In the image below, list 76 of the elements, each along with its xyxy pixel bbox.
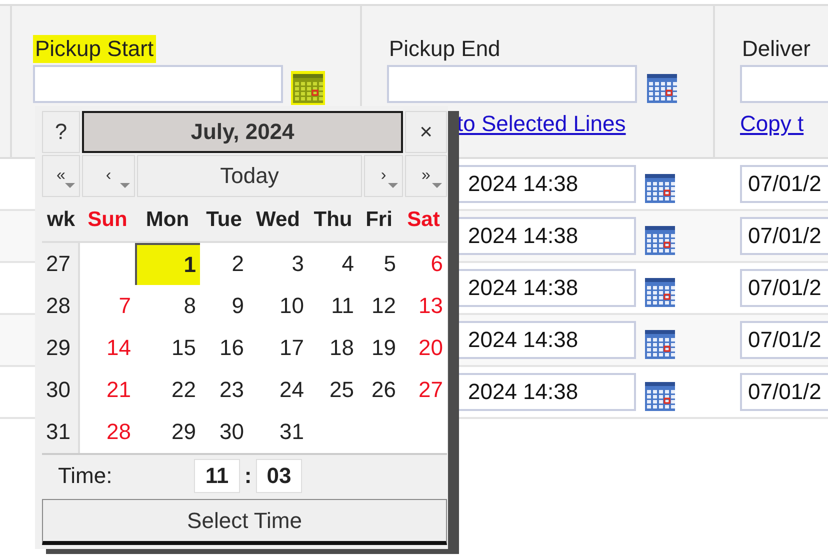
calendar-icon[interactable] (643, 379, 677, 413)
date-field[interactable]: 07/01/2 (740, 321, 828, 359)
calendar-day[interactable]: 28 (80, 411, 135, 453)
close-button[interactable]: × (405, 111, 447, 153)
month-title[interactable]: July, 2024 (82, 111, 403, 153)
time-separator: : (243, 463, 253, 489)
calendar-day[interactable]: 30 (200, 411, 248, 453)
calendar-day[interactable]: 29 (135, 411, 200, 453)
calendar-day[interactable]: 1 (135, 243, 200, 285)
minute-field[interactable]: 03 (256, 459, 302, 493)
calendar-icon[interactable] (643, 327, 677, 361)
column-label: Pickup Start (33, 35, 156, 63)
calendar-day[interactable]: 3 (248, 243, 308, 285)
column-label: Deliver (741, 35, 812, 63)
calendar-day[interactable]: 16 (200, 327, 248, 369)
weekday-header: Tue (205, 208, 243, 232)
next-month-button[interactable]: › (364, 155, 403, 197)
calendar-icon[interactable] (643, 275, 677, 309)
weekday-header: Mon (144, 208, 190, 232)
calendar-day[interactable]: 12 (358, 285, 400, 327)
calendar-day[interactable]: 22 (135, 369, 200, 411)
week-number: 29 (42, 327, 80, 369)
today-button[interactable]: Today (137, 155, 362, 197)
calendar-day[interactable]: 17 (248, 327, 308, 369)
calendar-day[interactable]: 27 (400, 369, 447, 411)
calendar-day[interactable]: 14 (80, 327, 135, 369)
calendar-day[interactable]: 7 (80, 285, 135, 327)
calendar-day[interactable]: 23 (200, 369, 248, 411)
calendar-icon[interactable] (643, 171, 677, 205)
calendar-day[interactable]: 19 (358, 327, 400, 369)
calendar-day[interactable]: 4 (308, 243, 358, 285)
hour-field[interactable]: 11 (194, 459, 240, 493)
calendar-day[interactable]: 8 (135, 285, 200, 327)
calendar-day[interactable]: 11 (308, 285, 358, 327)
date-field[interactable] (740, 65, 828, 103)
week-number: 28 (42, 285, 80, 327)
date-field[interactable]: 07/01/2 (740, 373, 828, 411)
date-field[interactable] (33, 65, 283, 103)
previous-year-button[interactable]: « (42, 155, 80, 197)
weekday-header: Sun (86, 208, 128, 232)
calendar-day[interactable]: 20 (400, 327, 447, 369)
calendar-day[interactable]: 18 (308, 327, 358, 369)
calendar-day[interactable]: 15 (135, 327, 200, 369)
calendar-day[interactable]: 21 (80, 369, 135, 411)
date-field[interactable]: 07/01/2 (740, 269, 828, 307)
calendar-day[interactable]: 6 (400, 243, 447, 285)
calendar-day[interactable]: 31 (248, 411, 308, 453)
copy-link[interactable]: Copy t (740, 111, 804, 137)
calendar-day[interactable]: 13 (400, 285, 447, 327)
date-field[interactable] (387, 65, 637, 103)
week-number: 30 (42, 369, 80, 411)
calendar-day[interactable]: 2 (200, 243, 248, 285)
calendar-day[interactable]: 25 (308, 369, 358, 411)
calendar-icon[interactable] (645, 71, 679, 105)
date-field[interactable]: 07/01/2 (740, 217, 828, 255)
calendar-day[interactable]: 9 (200, 285, 248, 327)
calendar-icon[interactable] (643, 223, 677, 257)
weekday-header: Thu (312, 208, 354, 232)
calendar-day[interactable]: 10 (248, 285, 308, 327)
time-label: Time: (58, 463, 114, 489)
calendar-day[interactable]: 26 (358, 369, 400, 411)
select-time-button[interactable]: Select Time (42, 499, 447, 545)
next-year-button[interactable]: » (405, 155, 447, 197)
previous-month-button[interactable]: ‹ (82, 155, 135, 197)
date-field[interactable]: 07/01/2 (740, 165, 828, 203)
calendar-day[interactable]: 24 (248, 369, 308, 411)
week-number: 27 (42, 243, 80, 285)
week-column-header: wk (46, 208, 76, 232)
weekday-header: Sat (406, 208, 441, 232)
column-label: Pickup End (388, 35, 502, 63)
calendar-day[interactable]: 5 (358, 243, 400, 285)
calendar-icon[interactable] (291, 71, 325, 105)
help-button[interactable]: ? (42, 111, 80, 153)
weekday-header: Wed (255, 208, 301, 232)
week-number: 31 (42, 411, 80, 453)
weekday-header: Fri (364, 208, 394, 232)
